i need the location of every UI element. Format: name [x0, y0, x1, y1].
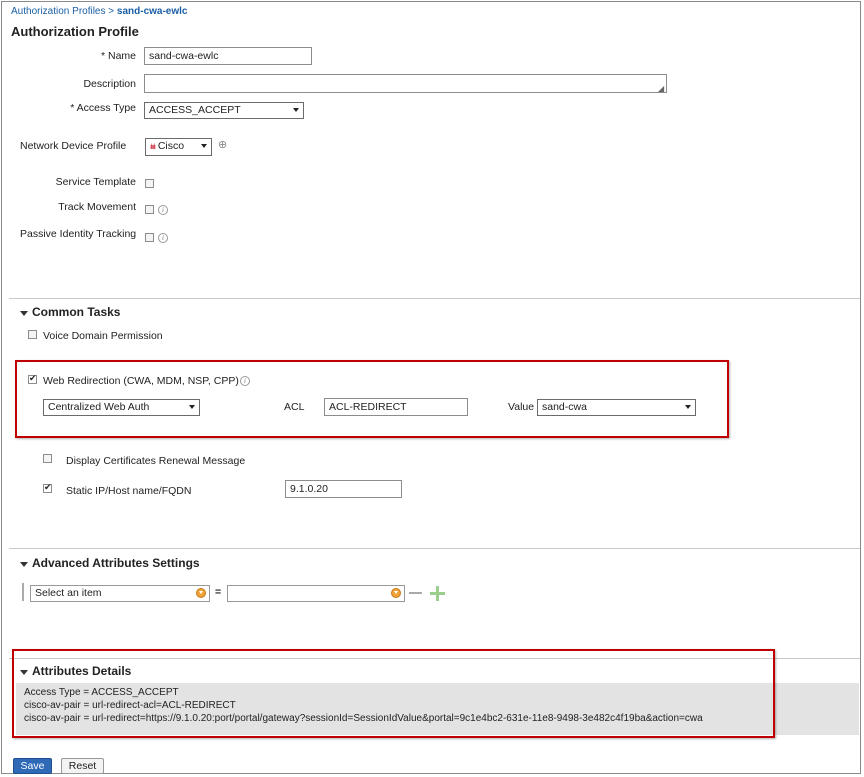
- chevron-down-icon: [685, 405, 691, 409]
- resize-handle-icon[interactable]: ◢: [658, 84, 664, 93]
- redirect-type-value: Centralized Web Auth: [48, 401, 150, 413]
- display-cert-label: Display Certificates Renewal Message: [66, 455, 246, 467]
- breadcrumb-current: sand-cwa-ewlc: [116, 6, 188, 17]
- attribute-detail-line: Access Type = ACCESS_ACCEPT: [24, 687, 179, 698]
- access-type-select[interactable]: ACCESS_ACCEPT: [144, 102, 304, 119]
- track-movement-label: Track Movement: [58, 201, 136, 213]
- voice-domain-checkbox[interactable]: [28, 330, 37, 339]
- attribute-detail-line: cisco-av-pair = url-redirect-acl=ACL-RED…: [24, 700, 236, 711]
- service-template-label: Service Template: [55, 176, 136, 188]
- save-button[interactable]: Save: [13, 758, 52, 774]
- advanced-value-select[interactable]: [227, 585, 405, 602]
- dropdown-circle-icon[interactable]: [391, 588, 401, 598]
- chevron-down-icon: [201, 144, 207, 148]
- access-type-label: * Access Type: [70, 102, 136, 114]
- value-label: Value: [508, 401, 535, 413]
- breadcrumb-separator: >: [108, 6, 115, 17]
- breadcrumb: Authorization Profiles > sand-cwa-ewlc: [11, 6, 188, 17]
- collapse-triangle-icon[interactable]: [20, 562, 28, 567]
- voice-domain-label: Voice Domain Permission: [43, 330, 163, 342]
- attributes-details-title[interactable]: Attributes Details: [32, 664, 131, 678]
- collapse-triangle-icon[interactable]: [20, 670, 28, 675]
- plus-icon[interactable]: [430, 586, 445, 601]
- portal-value: sand-cwa: [542, 401, 587, 413]
- service-template-checkbox[interactable]: [145, 179, 154, 188]
- acl-input[interactable]: ACL-REDIRECT: [324, 398, 468, 416]
- row-handle: [22, 583, 24, 601]
- cisco-logo-icon: ılıılı: [150, 144, 156, 151]
- description-label: Description: [83, 78, 136, 90]
- track-movement-checkbox[interactable]: [145, 205, 154, 214]
- network-device-profile-value: Cisco: [157, 140, 185, 152]
- name-input[interactable]: sand-cwa-ewlc: [144, 47, 312, 65]
- chevron-down-icon: [293, 108, 299, 112]
- advanced-attributes-title[interactable]: Advanced Attributes Settings: [32, 556, 200, 570]
- section-divider: [9, 298, 860, 299]
- access-type-value: ACCESS_ACCEPT: [149, 104, 241, 116]
- dropdown-circle-icon[interactable]: [196, 588, 206, 598]
- advanced-attribute-select[interactable]: Select an item: [30, 585, 210, 602]
- equals-sign: =: [215, 586, 222, 598]
- info-icon[interactable]: i: [158, 205, 168, 215]
- section-divider: [9, 548, 860, 549]
- add-circle-icon[interactable]: ⊕: [218, 138, 227, 151]
- display-cert-checkbox[interactable]: [43, 454, 52, 463]
- common-tasks-title[interactable]: Common Tasks: [32, 305, 120, 319]
- chevron-down-icon: [189, 405, 195, 409]
- info-icon[interactable]: i: [158, 233, 168, 243]
- attribute-detail-line: cisco-av-pair = url-redirect=https://9.1…: [24, 713, 703, 724]
- reset-button[interactable]: Reset: [61, 758, 104, 774]
- static-ip-checkbox[interactable]: [43, 482, 52, 493]
- acl-label: ACL: [284, 401, 305, 413]
- name-label: * Name: [100, 50, 136, 62]
- minus-icon[interactable]: [409, 592, 422, 594]
- portal-value-select[interactable]: sand-cwa: [537, 399, 696, 416]
- passive-identity-label: Passive Identity Tracking: [20, 228, 137, 240]
- info-icon[interactable]: i: [240, 376, 250, 386]
- breadcrumb-parent-link[interactable]: Authorization Profiles: [11, 6, 106, 17]
- collapse-triangle-icon[interactable]: [20, 311, 28, 316]
- description-textarea[interactable]: [144, 74, 667, 93]
- network-device-profile-select[interactable]: ılıılı Cisco: [145, 138, 212, 156]
- page-title: Authorization Profile: [11, 24, 139, 39]
- static-ip-input[interactable]: 9.1.0.20: [285, 480, 402, 498]
- passive-identity-checkbox[interactable]: [145, 233, 154, 242]
- advanced-attribute-placeholder: Select an item: [35, 587, 102, 599]
- web-redirection-label: Web Redirection (CWA, MDM, NSP, CPP): [43, 375, 239, 387]
- web-redirection-checkbox[interactable]: [28, 373, 37, 384]
- redirect-type-select[interactable]: Centralized Web Auth: [43, 399, 200, 416]
- network-device-profile-label: Network Device Profile: [20, 140, 127, 152]
- static-ip-label: Static IP/Host name/FQDN: [66, 485, 192, 497]
